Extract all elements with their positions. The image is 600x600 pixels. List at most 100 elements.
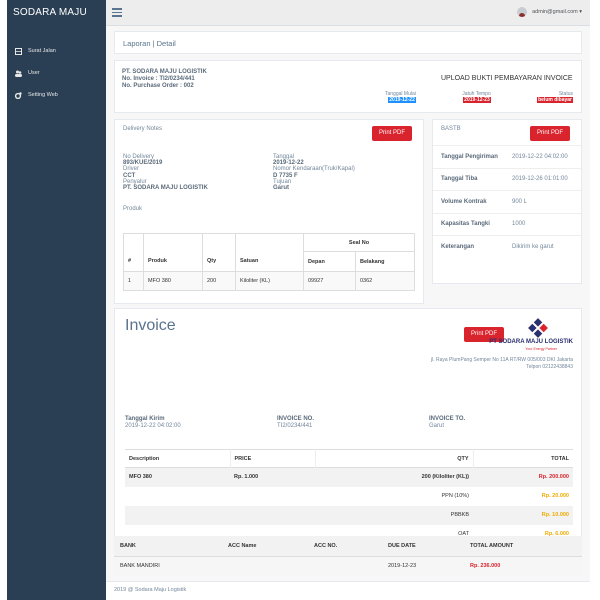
invoice-title: Invoice bbox=[125, 317, 176, 334]
bastb-panel: BASTB Print PDF Tanggal Pengiriman 2019-1… bbox=[432, 119, 582, 284]
delivery-notes-title: Delivery Notes bbox=[123, 126, 163, 132]
company-logo-icon bbox=[527, 318, 549, 340]
col-header: Description bbox=[125, 449, 231, 468]
meta-value: TI2/0234/441 bbox=[277, 422, 313, 429]
col-header: PRICE bbox=[230, 449, 316, 468]
total-amount: Rp. 236.000 bbox=[464, 556, 582, 576]
date-start-badge: 2019-12-22 bbox=[388, 97, 416, 103]
table-cell: 0362 bbox=[355, 271, 415, 291]
bastb-row: Keterangan Dikirim ke garut bbox=[433, 235, 581, 258]
col-header: Satuan bbox=[235, 251, 304, 272]
item-price: Rp. 1.000 bbox=[234, 474, 259, 481]
invoice-header-panel: PT. SODARA MAJU LOGISTIK No. Invoice : T… bbox=[114, 60, 582, 113]
avatar bbox=[517, 7, 528, 17]
item-total: Rp. 200.000 bbox=[538, 474, 569, 481]
penyalur-value: PT. SODARA MAJU LOGISTIK bbox=[123, 185, 208, 192]
col-header: Produk bbox=[143, 251, 203, 272]
sidebar-nav: Surat Jalan User Setting Web bbox=[7, 40, 106, 106]
footer-text: 2019 @ Sodara Maju Logistik bbox=[114, 587, 187, 593]
invoice-number: No. Invoice : TI2/0234/441 bbox=[122, 76, 195, 82]
header-info: PT. SODARA MAJU LOGISTIK No. Invoice : T… bbox=[122, 69, 207, 90]
table-row: 1 MFO 380 200 Kiloliter (KL) 09927 0362 bbox=[123, 271, 415, 291]
phone-line: Telpon 02122438843 bbox=[526, 364, 573, 370]
bastb-label: Volume Kontrak bbox=[441, 198, 487, 205]
invoice-panel: Invoice Print PDF PT SODARA MAJU LOGISTI… bbox=[114, 308, 582, 551]
table-cell: 09927 bbox=[303, 271, 356, 291]
bastb-label: Tanggal Pengiriman bbox=[441, 153, 498, 160]
invoice-meta: Tanggal Kirim 2019-12-22 04:02:00 INVOICE… bbox=[125, 416, 525, 429]
table-cell: Kiloliter (KL) bbox=[235, 271, 304, 291]
meta-invoice-no: INVOICE NO. TI2/0234/441 bbox=[277, 416, 429, 429]
company-tagline: Your Energy Partner bbox=[525, 347, 557, 351]
bastb-value: Dikirim ke garut bbox=[512, 243, 554, 250]
tax-value: Rp. 20.000 bbox=[541, 493, 569, 499]
user-menu[interactable]: admin@gmail.com ▾ bbox=[517, 7, 582, 17]
bastb-value: 2019-12-22 04:02:00 bbox=[512, 153, 568, 160]
footer: 2019 @ Sodara Maju Logistik bbox=[106, 581, 590, 600]
table-row: BANK MANDIRI 2019-12-23 Rp. 236.000 bbox=[114, 556, 582, 576]
bastb-row: Tanggal Tiba 2019-12-26 01:01:00 bbox=[433, 167, 581, 191]
sidebar-item-setting-web[interactable]: Setting Web bbox=[7, 84, 106, 106]
date-due: Jatuh Tempo 2019-12-23 bbox=[462, 91, 491, 103]
menu-toggle-icon[interactable] bbox=[112, 8, 122, 17]
bastb-value: 2019-12-26 01:01:00 bbox=[512, 176, 568, 183]
bastb-value: 1000 bbox=[512, 221, 526, 228]
upload-title[interactable]: UPLOAD BUKTI PEMBAYARAN INVOICE bbox=[441, 75, 573, 82]
meta-value: 2019-12-22 04:02:00 bbox=[125, 422, 181, 429]
col-header: TOTAL AMOUNT bbox=[470, 542, 514, 549]
bastb-rows: Tanggal Pengiriman 2019-12-22 04:02:00 Ta… bbox=[433, 145, 581, 258]
meta-label: INVOICE TO. bbox=[429, 416, 466, 422]
item-desc: MFO 380 bbox=[129, 474, 152, 481]
invoice-company: PT SODARA MAJU LOGISTIK bbox=[489, 339, 573, 345]
delivery-print-button[interactable]: Print PDF bbox=[372, 126, 412, 141]
vehicle-label: Nomor Kendaraan(Truk/Kapal) bbox=[273, 166, 355, 173]
users-icon bbox=[15, 70, 22, 77]
main-content: Laporan | Detail PT. SODARA MAJU LOGISTI… bbox=[106, 26, 590, 600]
bastb-label: Kapasitas Tangki bbox=[441, 221, 490, 228]
sidebar-item-label: Surat Jalan bbox=[28, 48, 56, 54]
brand-title[interactable]: SODARA MAJU bbox=[7, 0, 106, 26]
bastb-label: Tanggal Tiba bbox=[441, 176, 478, 183]
bastb-value: 900 L bbox=[512, 198, 528, 205]
tujuan-value: Garut bbox=[273, 185, 290, 192]
tax-value: Rp. 10.000 bbox=[541, 512, 569, 518]
bank-name: BANK MANDIRI bbox=[114, 556, 222, 576]
col-header: TOTAL bbox=[551, 455, 569, 462]
tax-label: PBBKB bbox=[450, 512, 469, 518]
delivery-notes-panel: Delivery Notes Print PDF No Delivery 893… bbox=[114, 119, 424, 304]
meta-value: Garut bbox=[429, 422, 445, 429]
date-due-badge: 2019-12-23 bbox=[463, 97, 491, 103]
table-row: MFO 380 Rp. 1.000 200 (Kiloliter (KL)) R… bbox=[125, 467, 573, 487]
date-start: Tanggal Mulai 2019-12-22 bbox=[385, 91, 416, 103]
bastb-print-button[interactable]: Print PDF bbox=[530, 126, 570, 141]
acc-no bbox=[308, 556, 382, 576]
meta-invoice-to: INVOICE TO. Garut bbox=[429, 416, 465, 429]
produk-label: Produk bbox=[123, 206, 143, 212]
top-navbar: admin@gmail.com ▾ bbox=[106, 0, 590, 26]
col-header: Belakang bbox=[355, 251, 415, 272]
col-header: Depan bbox=[303, 251, 356, 272]
table-cell: 200 bbox=[202, 271, 236, 291]
invoice-table: Description PRICE QTY TOTAL MFO 380 Rp. … bbox=[125, 449, 573, 544]
sidebar-item-user[interactable]: User bbox=[7, 62, 106, 84]
company-name: PT. SODARA MAJU LOGISTIK bbox=[122, 69, 207, 75]
sidebar-item-surat-jalan[interactable]: Surat Jalan bbox=[7, 40, 106, 62]
sidebar: SODARA MAJU Surat Jalan User Setting Web bbox=[7, 0, 106, 600]
meta-tanggal-kirim: Tanggal Kirim 2019-12-22 04:02:00 bbox=[125, 416, 277, 429]
col-header: QTY bbox=[315, 449, 474, 468]
table-icon bbox=[15, 47, 22, 55]
user-email: admin@gmail.com ▾ bbox=[532, 9, 582, 15]
col-header: ACC Name bbox=[228, 542, 257, 549]
sidebar-item-label: User bbox=[28, 70, 40, 76]
bastb-row: Kapasitas Tangki 1000 bbox=[433, 212, 581, 236]
company-address: jl. Raya PlumPang Semper No 11A RT/RW 00… bbox=[431, 357, 573, 371]
table-cell: 1 bbox=[123, 271, 144, 291]
cogs-icon bbox=[14, 91, 22, 99]
col-header: BANK bbox=[120, 542, 136, 549]
address-line: jl. Raya PlumPang Semper No 11A RT/RW 00… bbox=[430, 357, 573, 363]
table-row: PPN (10%) Rp. 20.000 bbox=[125, 487, 573, 506]
po-number: No. Purchase Order : 002 bbox=[122, 83, 194, 89]
delivery-left: No Delivery 893/KUE/2019 Driver CCT Peny… bbox=[123, 154, 208, 191]
tax-label: PPN (10%) bbox=[441, 493, 469, 499]
col-header: DUE DATE bbox=[388, 542, 416, 549]
